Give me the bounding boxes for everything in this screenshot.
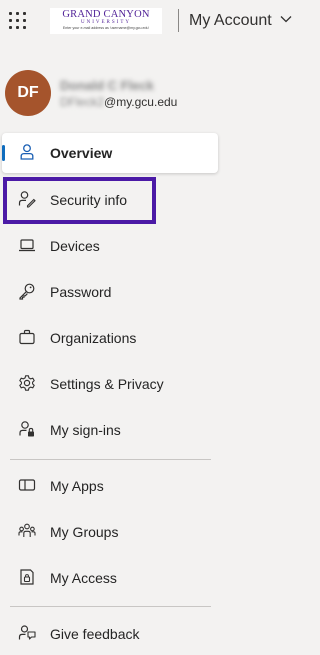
nav-item-overview[interactable]: Overview: [2, 133, 218, 173]
nav-item-my-groups[interactable]: My Groups: [2, 512, 218, 552]
nav-item-devices[interactable]: Devices: [2, 226, 218, 266]
apps-icon: [18, 479, 36, 491]
feedback-icon: [18, 625, 36, 640]
nav-item-label: My sign-ins: [50, 422, 121, 438]
nav-item-label: Devices: [50, 238, 100, 254]
nav-item-label: My Apps: [50, 478, 104, 494]
nav-item-password[interactable]: Password: [2, 272, 218, 312]
nav-item-settings-privacy[interactable]: Settings & Privacy: [2, 364, 218, 404]
profile-email: DFleck2@my.gcu.edu: [60, 95, 177, 109]
key-icon: [19, 283, 35, 300]
nav-item-my-access[interactable]: My Access: [2, 558, 218, 598]
nav-item-label: Overview: [50, 145, 113, 161]
profile-email-domain: @my.gcu.edu: [104, 95, 178, 109]
chevron-down-icon: [280, 16, 292, 23]
people-icon: [18, 523, 36, 537]
laptop-icon: [19, 239, 35, 252]
my-account-menu[interactable]: My Account: [189, 10, 292, 32]
person-key-icon: [18, 191, 36, 208]
gcu-logo[interactable]: GRAND CANYON UNIVERSITY Enter your e-mai…: [50, 8, 162, 34]
nav-item-label: Organizations: [50, 330, 137, 346]
person-lock-icon: [19, 421, 34, 437]
nav-divider: [10, 459, 211, 460]
nav-item-my-sign-ins[interactable]: My sign-ins: [2, 410, 218, 450]
header-divider: [178, 9, 179, 32]
nav-item-label: Security info: [50, 192, 128, 208]
briefcase-icon: [19, 329, 35, 345]
active-indicator: [2, 145, 5, 161]
waffle-icon[interactable]: [9, 12, 27, 30]
nav-divider: [10, 606, 211, 607]
nav-item-label: Give feedback: [50, 626, 140, 642]
nav-item-label: My Access: [50, 570, 117, 586]
profile-email-user: DFleck2: [60, 95, 105, 109]
nav-item-label: My Groups: [50, 524, 119, 540]
profile-name: Donald C Fleck: [60, 78, 154, 93]
nav-item-label: Settings & Privacy: [50, 376, 164, 392]
header: GRAND CANYON UNIVERSITY Enter your e-mai…: [0, 0, 304, 44]
person-icon: [20, 144, 34, 160]
nav-item-label: Password: [50, 284, 112, 300]
nav-item-security-info[interactable]: Security info: [2, 180, 218, 220]
avatar[interactable]: DF: [5, 70, 51, 116]
nav-item-give-feedback[interactable]: Give feedback: [2, 614, 218, 654]
my-account-title: My Account: [189, 12, 272, 29]
nav-item-my-apps[interactable]: My Apps: [2, 466, 218, 506]
access-icon: [20, 569, 34, 585]
gear-icon: [19, 375, 35, 391]
nav-item-organizations[interactable]: Organizations: [2, 318, 218, 358]
